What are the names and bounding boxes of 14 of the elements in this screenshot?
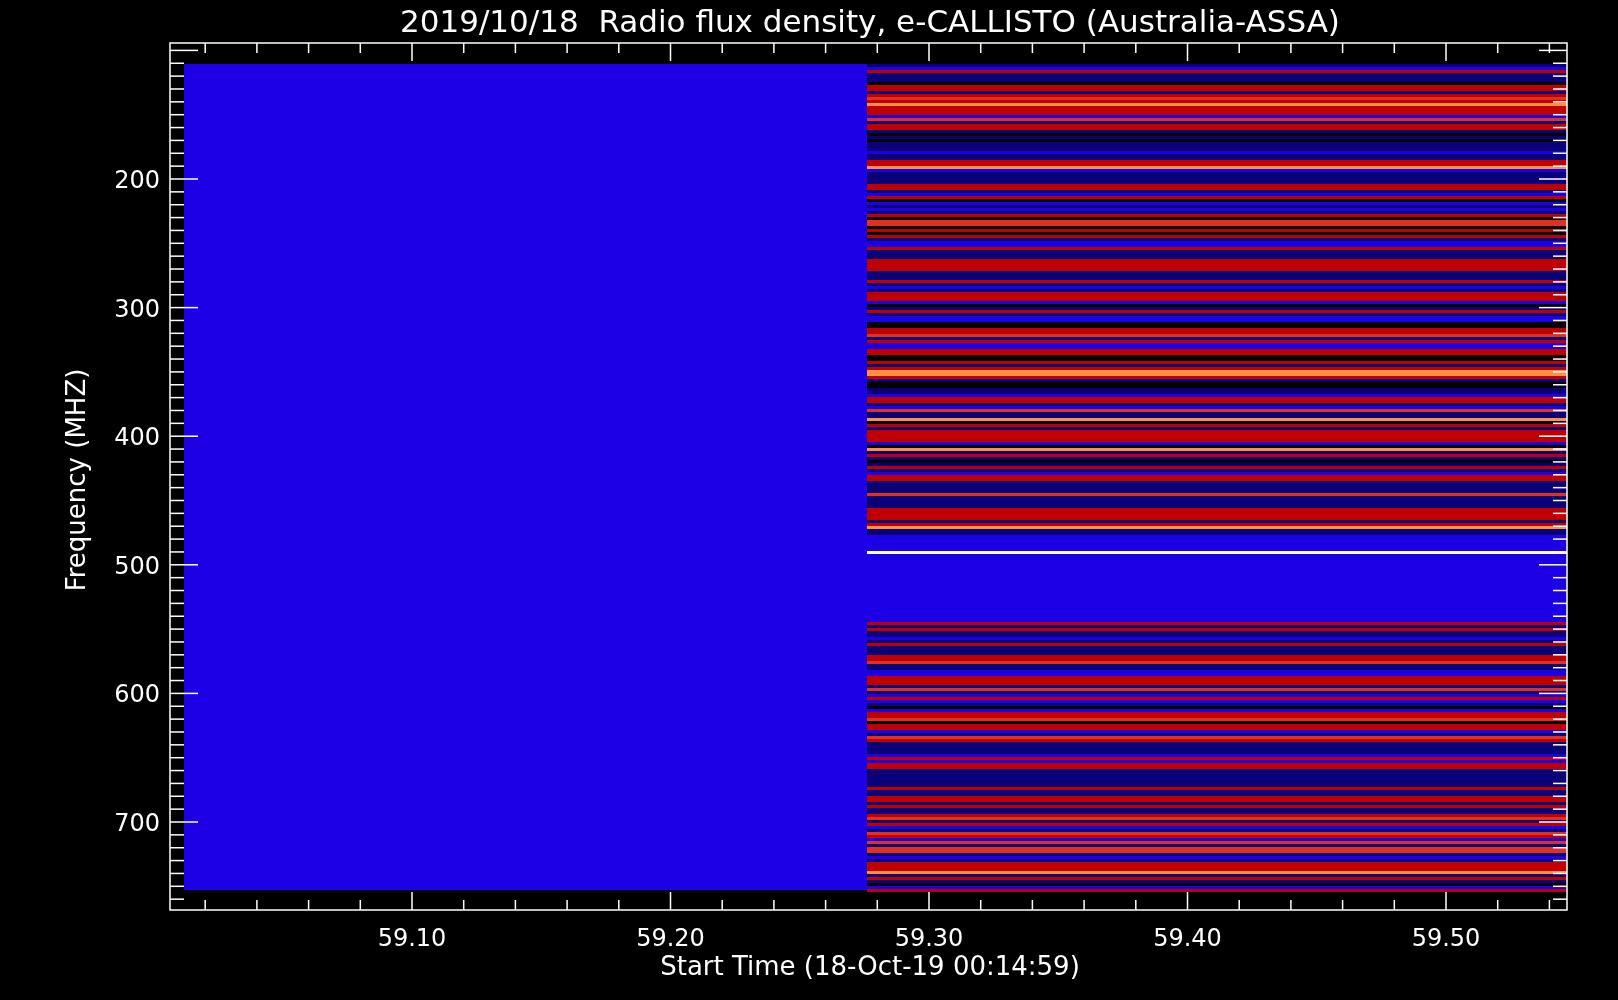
- x-tick-label: 59.40: [1153, 924, 1222, 952]
- y-tick-label: 400: [114, 423, 160, 452]
- x-axis-label: Start Time (18-Oct-19 00:14:59): [660, 951, 1080, 981]
- x-tick-label: 59.10: [377, 924, 447, 952]
- y-tick-label: 300: [114, 294, 160, 323]
- x-tick-label: 59.50: [1411, 924, 1481, 952]
- chart-title: 2019/10/18 Radio flux density, e-CALLISTO (Australia-ASSA): [400, 3, 1340, 39]
- y-tick-label: 500: [114, 551, 160, 580]
- x-tick-label: 59.20: [636, 924, 705, 952]
- x-tick-label: 59.30: [894, 924, 964, 952]
- y-axis-label: Frequency (MHZ): [61, 368, 91, 592]
- y-tick-label: 200: [114, 166, 160, 194]
- y-tick-label: 700: [114, 809, 160, 837]
- y-tick-label: 600: [114, 680, 160, 709]
